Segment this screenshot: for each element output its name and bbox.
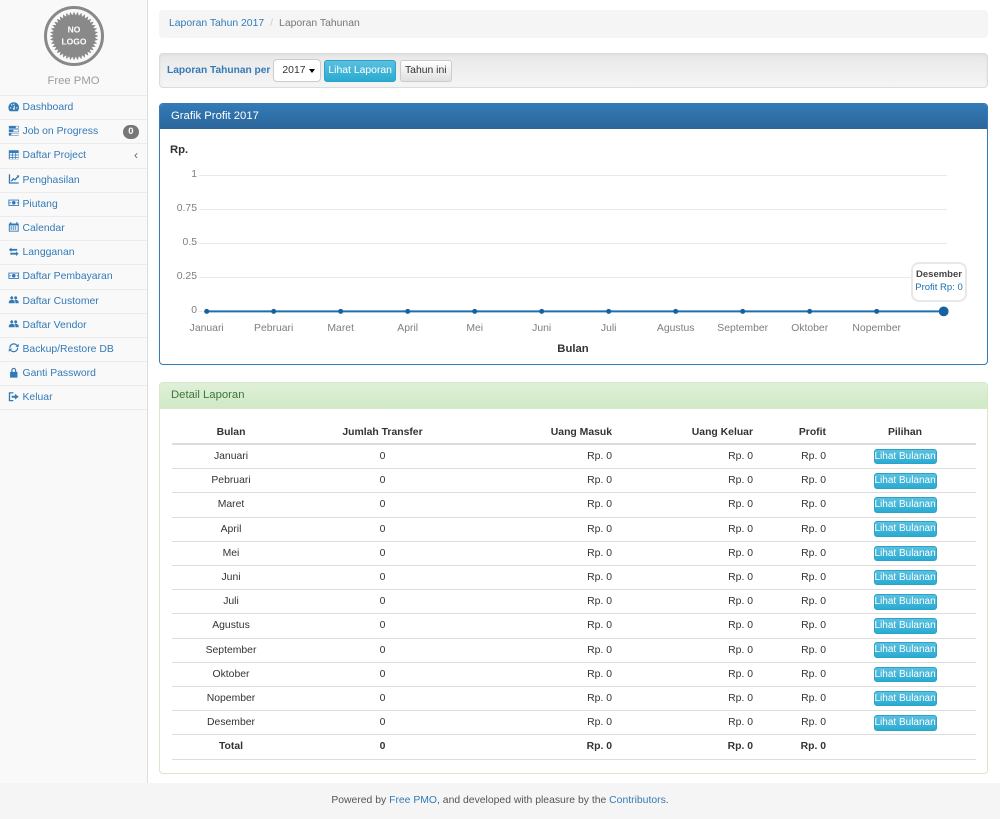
svg-text:LOGO: LOGO bbox=[61, 37, 86, 47]
svg-text:NO: NO bbox=[67, 25, 80, 35]
